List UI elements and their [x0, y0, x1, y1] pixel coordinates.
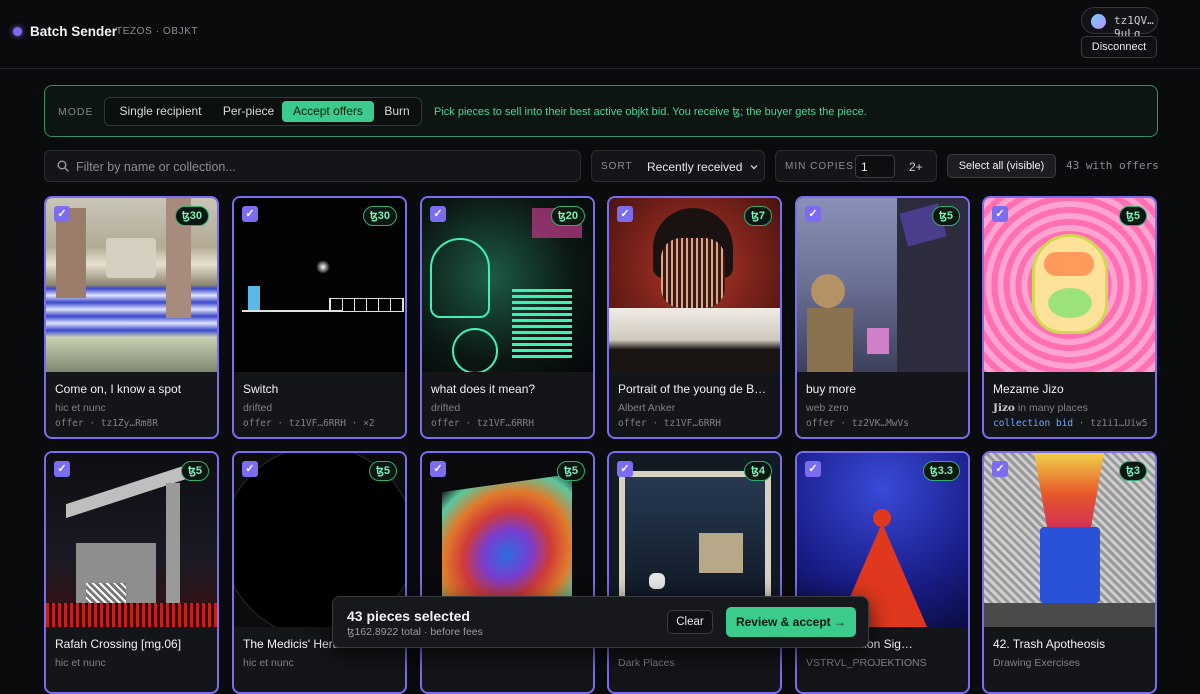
offer-count: 43 with offers — [1066, 159, 1159, 172]
tab-per-piece[interactable]: Per-piece — [214, 101, 283, 122]
offer-price-badge: ꜩ5 — [932, 206, 960, 226]
sort-label: SORT — [601, 161, 633, 172]
card-offer-meta: offer · tz2VK…MwVs — [806, 418, 909, 429]
card-creator: Jizo in many places — [993, 402, 1088, 414]
card-offer-meta: offer · tz1VF…6RRH — [618, 418, 721, 429]
card-title: Mezame Jizo — [993, 382, 1064, 396]
offer-price-badge: ꜩ4 — [744, 461, 772, 481]
check-icon[interactable]: ✓ — [805, 461, 821, 477]
check-icon[interactable]: ✓ — [992, 461, 1008, 477]
app-subtitle: TEZOS · OBJKT — [116, 26, 199, 37]
card-title: buy more — [806, 382, 857, 396]
check-icon[interactable]: ✓ — [992, 206, 1008, 222]
sort-select[interactable]: SORT Recently received — [591, 150, 765, 182]
offer-price-badge: ꜩ3.3 — [922, 461, 960, 481]
check-icon[interactable]: ✓ — [430, 461, 446, 477]
tab-accept-offers[interactable]: Accept offers — [282, 101, 374, 122]
nft-card[interactable]: ✓ ꜩ7 Portrait of the young de B… Albert … — [607, 196, 782, 439]
card-creator: drifted — [243, 402, 273, 414]
card-creator: hic et nunc — [55, 657, 106, 669]
select-all-button[interactable]: Select all (visible) — [947, 154, 1056, 178]
offer-price-badge: ꜩ5 — [557, 461, 585, 481]
check-icon[interactable]: ✓ — [430, 206, 446, 222]
mode-bar: MODE Single recipient Per-piece Accept o… — [44, 85, 1158, 137]
card-title: 42. Trash Apotheosis — [993, 637, 1106, 651]
search-box — [44, 150, 581, 182]
card-offer-meta: collection bid · tz1i1…Uiw5 — [993, 418, 1148, 429]
offer-price-badge: ꜩ5 — [369, 461, 397, 481]
card-offer-meta: offer · tz1VF…6RRH — [431, 418, 534, 429]
app-title: Batch Sender — [30, 24, 118, 39]
review-accept-button[interactable]: Review & accept → — [726, 607, 856, 637]
mode-label: MODE — [58, 106, 94, 118]
min-copies-label: MIN COPIES — [785, 161, 854, 172]
search-icon — [57, 160, 69, 172]
card-title: Rafah Crossing [mg.06] — [55, 637, 182, 651]
wallet-chip[interactable]: tz1QV…9uLg — [1081, 7, 1158, 40]
nft-card[interactable]: ✓ ꜩ3.3 …Transaction Sig… VSTRVL_PROJEKTI… — [795, 451, 970, 694]
card-creator: Albert Anker — [618, 402, 676, 414]
selection-total: ꜩ162.8922 total · before fees — [347, 626, 483, 638]
selection-bar: 43 pieces selected ꜩ162.8922 total · bef… — [332, 596, 869, 648]
check-icon[interactable]: ✓ — [242, 461, 258, 477]
min-copies-input[interactable] — [855, 155, 895, 178]
clear-button[interactable]: Clear — [667, 610, 713, 634]
nft-card[interactable]: ✓ ꜩ5 Rafah Crossing [mg.06] hic et nunc — [44, 451, 219, 694]
card-offer-meta: offer · tz1VF…6RRH · ×2 — [243, 418, 375, 429]
card-creator: Drawing Exercises — [993, 657, 1080, 669]
card-title: Portrait of the young de B… — [618, 382, 767, 396]
offer-price-badge: ꜩ20 — [550, 206, 585, 226]
tab-single-recipient[interactable]: Single recipient — [109, 101, 212, 122]
card-title: Switch — [243, 382, 279, 396]
nft-card[interactable]: ✓ ꜩ20 what does it mean? drifted offer ·… — [420, 196, 595, 439]
check-icon[interactable]: ✓ — [617, 461, 633, 477]
nft-card[interactable]: ✓ ꜩ30 Come on, I know a spot hic et nunc… — [44, 196, 219, 439]
check-icon[interactable]: ✓ — [242, 206, 258, 222]
nft-card[interactable]: ✓ ꜩ4 Dark Places — [607, 451, 782, 694]
check-icon[interactable]: ✓ — [54, 461, 70, 477]
check-icon[interactable]: ✓ — [805, 206, 821, 222]
collection-bid-tag: collection bid — [993, 418, 1074, 429]
nft-card[interactable]: ✓ ꜩ3 42. Trash Apotheosis Drawing Exerci… — [982, 451, 1157, 694]
card-creator: hic et nunc — [55, 402, 106, 414]
nft-card[interactable]: ✓ ꜩ5 The Medicis' Hera… hic et nunc — [232, 451, 407, 694]
selection-count: 43 pieces selected — [347, 608, 470, 624]
nft-card[interactable]: ✓ ꜩ5 buy more web zero offer · tz2VK…MwV… — [795, 196, 970, 439]
offer-price-badge: ꜩ30 — [174, 206, 209, 226]
app-header: Batch Sender TEZOS · OBJKT tz1QV…9uLg Di… — [0, 0, 1200, 69]
offer-price-badge: ꜩ5 — [181, 461, 209, 481]
card-creator: Dark Places — [618, 657, 675, 669]
brand-dot-icon — [13, 27, 22, 36]
tab-burn[interactable]: Burn — [377, 101, 417, 122]
card-title: what does it mean? — [431, 382, 536, 396]
min-copies-box: MIN COPIES 2+ — [775, 150, 937, 182]
nft-card[interactable]: ✓ ꜩ5 — [420, 451, 595, 694]
search-input[interactable] — [76, 158, 566, 176]
nft-card[interactable]: ✓ ꜩ30 Switch drifted offer · tz1VF…6RRH … — [232, 196, 407, 439]
sort-value: Recently received — [647, 160, 743, 174]
offer-price-badge: ꜩ30 — [362, 206, 397, 226]
offer-price-badge: ꜩ5 — [1119, 206, 1147, 226]
card-creator: VSTRVL_PROJEKTIONS — [806, 657, 927, 669]
card-offer-meta: offer · tz1Zy…Rm8R — [55, 418, 158, 429]
offer-price-badge: ꜩ3 — [1119, 461, 1147, 481]
check-icon[interactable]: ✓ — [54, 206, 70, 222]
disconnect-button[interactable]: Disconnect — [1081, 36, 1157, 58]
mode-hint: Pick pieces to sell into their best acti… — [434, 106, 867, 118]
card-creator: hic et nunc — [243, 657, 294, 669]
offer-price-badge: ꜩ7 — [744, 206, 772, 226]
nft-card[interactable]: ✓ ꜩ5 Mezame Jizo Jizo in many places col… — [982, 196, 1157, 439]
card-creator: web zero — [806, 402, 849, 414]
mode-tabs: Single recipient Per-piece Accept offers… — [104, 97, 422, 126]
wallet-avatar — [1091, 14, 1106, 29]
chevron-down-icon — [750, 165, 758, 170]
min-copies-suffix: 2+ — [909, 160, 923, 174]
check-icon[interactable]: ✓ — [617, 206, 633, 222]
card-title: Come on, I know a spot — [55, 382, 182, 396]
card-creator: drifted — [431, 402, 461, 414]
